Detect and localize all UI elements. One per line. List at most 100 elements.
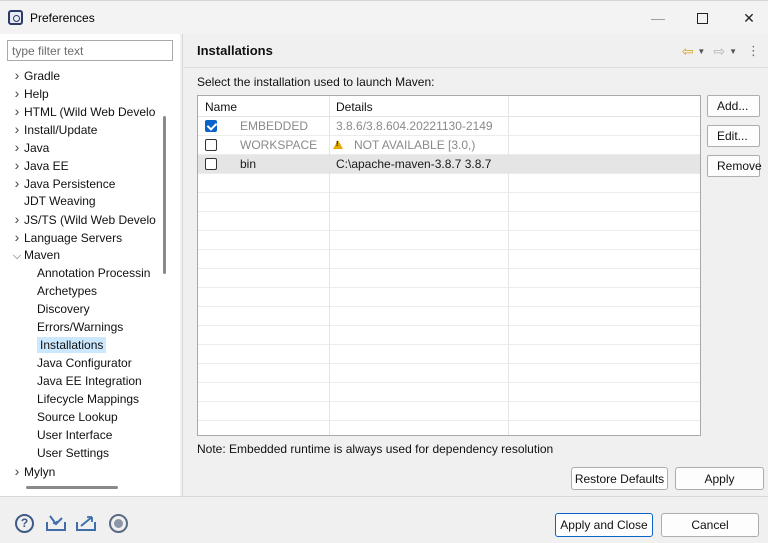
instruction-text: Select the installation used to launch M…: [197, 75, 435, 89]
preference-navigator: ›Gradle›Help›HTML (Wild Web Develo›Insta…: [0, 34, 180, 496]
empty-row: [198, 212, 700, 231]
empty-row: [198, 250, 700, 269]
tree-item[interactable]: Discovery: [37, 300, 90, 318]
tree-item[interactable]: › HTML (Wild Web Develo: [10, 102, 156, 120]
remove-button[interactable]: Remove: [707, 155, 762, 177]
tree-item[interactable]: › Java Persistence: [10, 174, 116, 192]
tree-item[interactable]: › Gradle: [10, 66, 60, 84]
table-row[interactable]: bin C:\apache-maven-3.8.7 3.8.7: [198, 155, 700, 174]
pane-divider[interactable]: [182, 34, 183, 496]
tree-item-label: HTML (Wild Web Develo: [24, 105, 156, 119]
empty-row: [198, 174, 700, 193]
installation-name: EMBEDDED: [240, 119, 309, 133]
cancel-button[interactable]: Cancel: [661, 513, 759, 537]
installation-checkbox[interactable]: [205, 158, 217, 170]
table-header: Name Details: [198, 96, 700, 117]
window-title: Preferences: [30, 11, 95, 25]
chevron-right-icon[interactable]: ›: [10, 66, 24, 84]
column-header-details[interactable]: Details: [336, 100, 373, 114]
record-macro-icon[interactable]: [109, 514, 128, 533]
back-arrow-icon[interactable]: ⇦: [682, 43, 694, 60]
apply-and-close-button[interactable]: Apply and Close: [555, 513, 653, 537]
installation-checkbox[interactable]: [205, 139, 217, 151]
installation-checkbox[interactable]: [205, 120, 217, 132]
empty-row: [198, 269, 700, 288]
chevron-right-icon[interactable]: ›: [10, 84, 24, 102]
minimize-button[interactable]: —: [646, 7, 670, 29]
tree-item[interactable]: › Help: [10, 84, 49, 102]
installation-name: bin: [240, 157, 257, 171]
table-row[interactable]: WORKSPACE NOT AVAILABLE [3.0,): [198, 136, 700, 155]
filter-input[interactable]: [7, 40, 173, 61]
page-header: Installations ⇦ ▼ ⇨ ▼ ⋮: [184, 34, 768, 68]
forward-dropdown-icon[interactable]: ▼: [729, 47, 737, 56]
chevron-right-icon[interactable]: ›: [10, 174, 24, 192]
installations-table: Name Details EMBEDDED 3.8.6/3.8.604.20221…: [197, 95, 701, 436]
tree-item[interactable]: JDT Weaving: [10, 192, 96, 210]
empty-row: [198, 231, 700, 250]
page-navigation: ⇦ ▼ ⇨ ▼ ⋮: [682, 42, 760, 60]
tree-item[interactable]: Lifecycle Mappings: [37, 390, 139, 408]
tree-item-label: Discovery: [37, 302, 90, 316]
tree-item-label: Java: [24, 141, 50, 155]
restore-defaults-button[interactable]: Restore Defaults: [571, 467, 668, 490]
table-row[interactable]: EMBEDDED 3.8.6/3.8.604.20221130-2149: [198, 117, 700, 136]
tree-item[interactable]: Annotation Processin: [37, 264, 150, 282]
empty-row: [198, 421, 700, 435]
column-header-name[interactable]: Name: [205, 100, 237, 114]
edit-button[interactable]: Edit...: [707, 125, 760, 147]
apply-button[interactable]: Apply: [675, 467, 764, 490]
tree-item-label: JS/TS (Wild Web Develo: [24, 213, 156, 227]
chevron-right-icon[interactable]: ›: [10, 228, 24, 246]
close-button[interactable]: ✕: [737, 7, 761, 29]
column-separator[interactable]: [329, 96, 330, 435]
chevron-right-icon[interactable]: ›: [10, 462, 24, 480]
preference-page: Installations ⇦ ▼ ⇨ ▼ ⋮ Select the insta…: [184, 34, 768, 496]
empty-row: [198, 326, 700, 345]
tree-item-label: Language Servers: [24, 231, 123, 245]
tree-item[interactable]: › Language Servers: [10, 228, 122, 246]
import-icon[interactable]: [45, 514, 67, 532]
tree-vertical-scrollbar[interactable]: [163, 116, 166, 274]
tree-item[interactable]: Archetypes: [37, 282, 97, 300]
chevron-down-icon[interactable]: ⌵: [10, 247, 24, 265]
column-separator[interactable]: [508, 96, 509, 435]
installation-details: C:\apache-maven-3.8.7 3.8.7: [336, 157, 492, 171]
dialog-footer: ? Apply and Close Cancel: [0, 496, 768, 543]
tree-item[interactable]: User Interface: [37, 426, 112, 444]
chevron-right-icon[interactable]: ›: [10, 156, 24, 174]
tree-item[interactable]: › Java: [10, 138, 50, 156]
view-menu-icon[interactable]: ⋮: [747, 43, 760, 59]
chevron-right-icon[interactable]: ›: [10, 120, 24, 138]
chevron-right-icon[interactable]: ›: [10, 210, 24, 228]
help-icon[interactable]: ?: [15, 514, 34, 533]
tree-item-label: Help: [24, 87, 49, 101]
installation-name: WORKSPACE: [240, 138, 318, 152]
maximize-button[interactable]: [690, 7, 714, 29]
tree-item-label: Mylyn: [24, 465, 56, 479]
chevron-right-icon[interactable]: ›: [10, 138, 24, 156]
tree-item[interactable]: › Java EE: [10, 156, 69, 174]
tree-item[interactable]: Java Configurator: [37, 354, 132, 372]
forward-arrow-icon[interactable]: ⇨: [713, 43, 725, 60]
tree-item-label: Archetypes: [37, 284, 98, 298]
note-text: Note: Embedded runtime is always used fo…: [197, 442, 554, 456]
back-dropdown-icon[interactable]: ▼: [697, 47, 705, 56]
tree-item[interactable]: Errors/Warnings: [37, 318, 123, 336]
add-button[interactable]: Add...: [707, 95, 760, 117]
tree-item[interactable]: ⌵ Maven: [10, 246, 60, 264]
tree-item[interactable]: User Settings: [37, 444, 109, 462]
tree-horizontal-scrollbar[interactable]: [26, 486, 118, 489]
tree-item[interactable]: Installations: [37, 336, 107, 354]
empty-row: [198, 402, 700, 421]
tree-item[interactable]: › Mylyn: [10, 462, 56, 480]
chevron-right-icon[interactable]: ›: [10, 102, 24, 120]
tree-item-label: User Interface: [37, 428, 113, 442]
preference-tree: › Gradle › Help › HTML (Wild Web Develo › Insta…: [7, 66, 165, 482]
tree-item[interactable]: Java EE Integration: [37, 372, 142, 390]
tree-item[interactable]: Source Lookup: [37, 408, 118, 426]
tree-item[interactable]: › Install/Update: [10, 120, 98, 138]
export-icon[interactable]: [75, 514, 97, 532]
tree-item-label: Java Persistence: [24, 177, 116, 191]
tree-item[interactable]: › JS/TS (Wild Web Develo: [10, 210, 156, 228]
